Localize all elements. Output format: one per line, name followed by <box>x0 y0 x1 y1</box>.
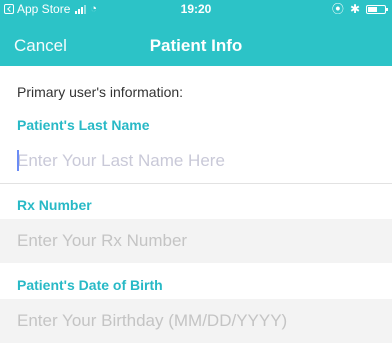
bluetooth-icon: ✱ <box>349 2 360 16</box>
last-name-label: Patient's Last Name <box>17 117 150 133</box>
nav-bar: Cancel Patient Info <box>0 24 392 66</box>
page-title: Patient Info <box>149 36 243 55</box>
section-title: Primary user's information: <box>17 84 184 100</box>
dob-field-container <box>0 299 392 343</box>
last-name-field-container <box>0 139 392 183</box>
header: App Store ◔ 19:20 ⦿ ✱ Cancel Patient Inf… <box>0 0 392 66</box>
status-bar: App Store ◔ 19:20 ⦿ ✱ <box>0 0 392 18</box>
rx-number-label: Rx Number <box>17 197 92 213</box>
divider <box>0 183 392 184</box>
text-cursor <box>17 150 19 171</box>
orientation-lock-icon: ⦿ <box>331 2 344 16</box>
status-right: ⦿ ✱ <box>331 0 388 18</box>
last-name-input[interactable] <box>0 139 392 183</box>
dob-input[interactable] <box>0 299 392 343</box>
battery-icon <box>366 4 388 14</box>
dob-label: Patient's Date of Birth <box>17 277 163 293</box>
rx-number-input[interactable] <box>0 219 392 263</box>
rx-number-field-container <box>0 219 392 263</box>
